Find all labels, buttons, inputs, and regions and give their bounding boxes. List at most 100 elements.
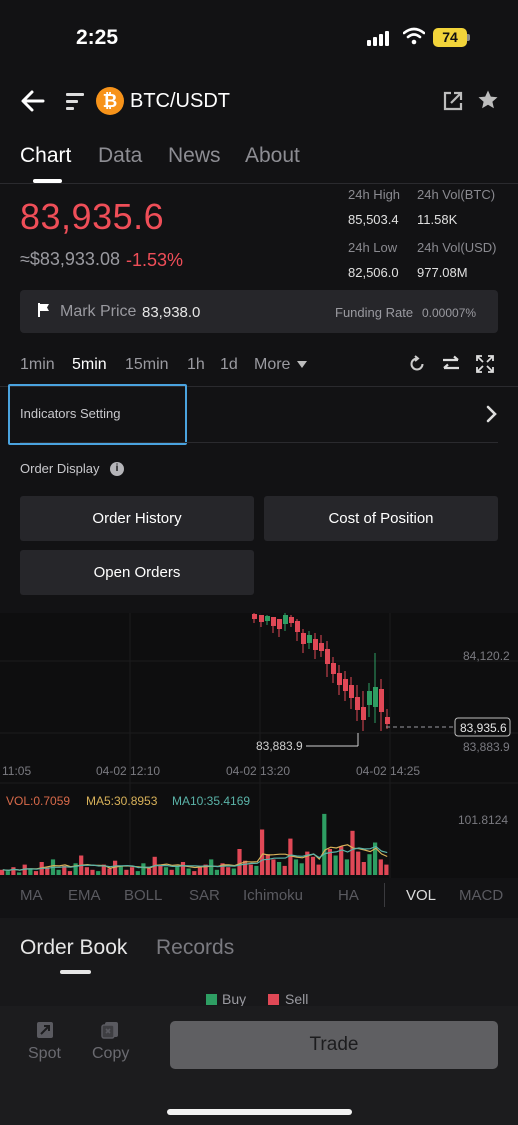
volume-bar	[350, 830, 355, 875]
indicator-tab-vol[interactable]: VOL	[406, 887, 436, 904]
vol-axis-label: 101.8124	[458, 813, 508, 827]
buy-legend-swatch	[206, 994, 217, 1005]
refresh-icon[interactable]	[408, 355, 426, 373]
high-24h-value: 85,503.4	[348, 212, 399, 227]
candle-body	[277, 619, 282, 629]
mark-price-value: 83,938.0	[142, 304, 201, 321]
candle-body	[337, 673, 342, 685]
volume-bar	[356, 851, 361, 875]
more-intervals-button[interactable]: More	[254, 356, 307, 374]
back-arrow-icon[interactable]	[20, 88, 46, 114]
chevron-right-icon[interactable]	[484, 405, 498, 423]
buy-legend-label: Buy	[222, 991, 247, 1007]
volume-bar	[124, 869, 129, 875]
fullscreen-icon[interactable]	[476, 355, 494, 373]
tab-chart[interactable]: Chart	[20, 144, 71, 168]
candles-group	[252, 613, 390, 731]
wifi-icon	[403, 27, 425, 45]
candle-body	[343, 679, 348, 691]
indicator-tab-ichimoku[interactable]: Ichimoku	[243, 887, 303, 904]
swap-settings-icon[interactable]	[442, 355, 460, 373]
battery-cap	[467, 34, 470, 41]
pair-title[interactable]: BTC/USDT	[130, 90, 230, 113]
interval-1h[interactable]: 1h	[187, 356, 205, 374]
volume-bar	[73, 863, 78, 875]
volume-bar	[11, 867, 16, 875]
time-label-0: 11:05	[2, 764, 31, 778]
tab-order-book[interactable]: Order Book	[20, 936, 127, 960]
indicator-tab-ma[interactable]: MA	[20, 887, 43, 904]
flag-icon	[38, 303, 49, 317]
tab-records[interactable]: Records	[156, 936, 234, 960]
candle-body	[361, 707, 366, 720]
volume-bar	[147, 868, 152, 875]
candlestick-chart[interactable]: 83,883.9 83,935.6 84,120.2 83,883.9 11:0…	[0, 613, 518, 878]
spot-icon[interactable]	[35, 1020, 55, 1040]
indicator-divider	[384, 883, 385, 907]
volume-bar	[90, 869, 95, 875]
vol-usd-label: 24h Vol(USD)	[417, 240, 497, 255]
volume-bar	[226, 867, 231, 875]
volume-bar	[248, 864, 253, 875]
candle-body	[355, 697, 360, 710]
interval-1d[interactable]: 1d	[220, 356, 238, 374]
copy-trade-icon[interactable]	[100, 1020, 120, 1040]
cost-of-position-button[interactable]: Cost of Position	[264, 496, 498, 541]
volume-bar	[271, 859, 276, 875]
copy-label[interactable]: Copy	[92, 1045, 129, 1063]
indicator-tab-ema[interactable]: EMA	[68, 887, 101, 904]
volume-bar	[175, 865, 180, 875]
candle-body	[301, 633, 306, 644]
volume-bar	[107, 868, 112, 875]
vol-label: VOL:0.7059	[6, 794, 70, 808]
low-24h-value: 82,506.0	[348, 265, 399, 280]
pair-list-icon[interactable]	[66, 92, 86, 110]
volume-bar	[237, 849, 242, 875]
indicator-tab-sar[interactable]: SAR	[189, 887, 220, 904]
candle-body	[373, 687, 378, 707]
low-marker-label: 83,883.9	[256, 739, 303, 753]
caret-down-icon	[296, 361, 307, 368]
time-label-1: 04-02 12:10	[96, 764, 160, 778]
volume-bar	[214, 869, 219, 875]
order-display-label: Order Display	[20, 461, 100, 476]
volume-bar	[141, 863, 146, 875]
open-orders-button[interactable]: Open Orders	[20, 550, 254, 595]
divider	[0, 183, 518, 184]
candle-body	[265, 616, 270, 621]
interval-5min[interactable]: 5min	[72, 356, 107, 374]
favorite-star-icon[interactable]	[477, 89, 499, 111]
divider	[20, 442, 498, 443]
volume-bar	[260, 829, 265, 875]
orderbook-tab-indicator	[60, 970, 91, 974]
info-icon[interactable]: i	[110, 462, 124, 476]
share-icon[interactable]	[442, 90, 464, 112]
status-time: 2:25	[76, 26, 119, 49]
more-label: More	[254, 356, 291, 373]
price-change-percent: -1.53%	[126, 250, 184, 270]
tab-data[interactable]: Data	[98, 144, 142, 168]
volume-bar	[254, 865, 259, 875]
volume-bar	[163, 867, 169, 875]
volume-bar	[5, 871, 10, 875]
tab-news[interactable]: News	[168, 144, 221, 168]
volume-bar	[197, 867, 202, 875]
volume-bar	[384, 864, 389, 875]
interval-1min[interactable]: 1min	[20, 356, 55, 374]
trade-button[interactable]: Trade	[170, 1021, 498, 1069]
volume-bar	[282, 865, 287, 875]
indicator-tab-boll[interactable]: BOLL	[124, 887, 162, 904]
spot-label[interactable]: Spot	[28, 1045, 61, 1063]
ma10-label: MA10:35.4169	[172, 794, 250, 808]
interval-15min[interactable]: 15min	[125, 356, 169, 374]
indicator-tab-ha[interactable]: HA	[338, 887, 359, 904]
candle-body	[379, 689, 384, 712]
order-history-button[interactable]: Order History	[20, 496, 254, 541]
candle-body	[283, 615, 288, 624]
candle-body	[367, 691, 372, 705]
tab-about[interactable]: About	[245, 144, 300, 168]
volume-bar	[67, 871, 72, 875]
indicator-tab-macd[interactable]: MACD	[459, 887, 503, 904]
usd-price: ≈$83,933.08	[20, 249, 120, 269]
candle-body	[325, 649, 330, 664]
